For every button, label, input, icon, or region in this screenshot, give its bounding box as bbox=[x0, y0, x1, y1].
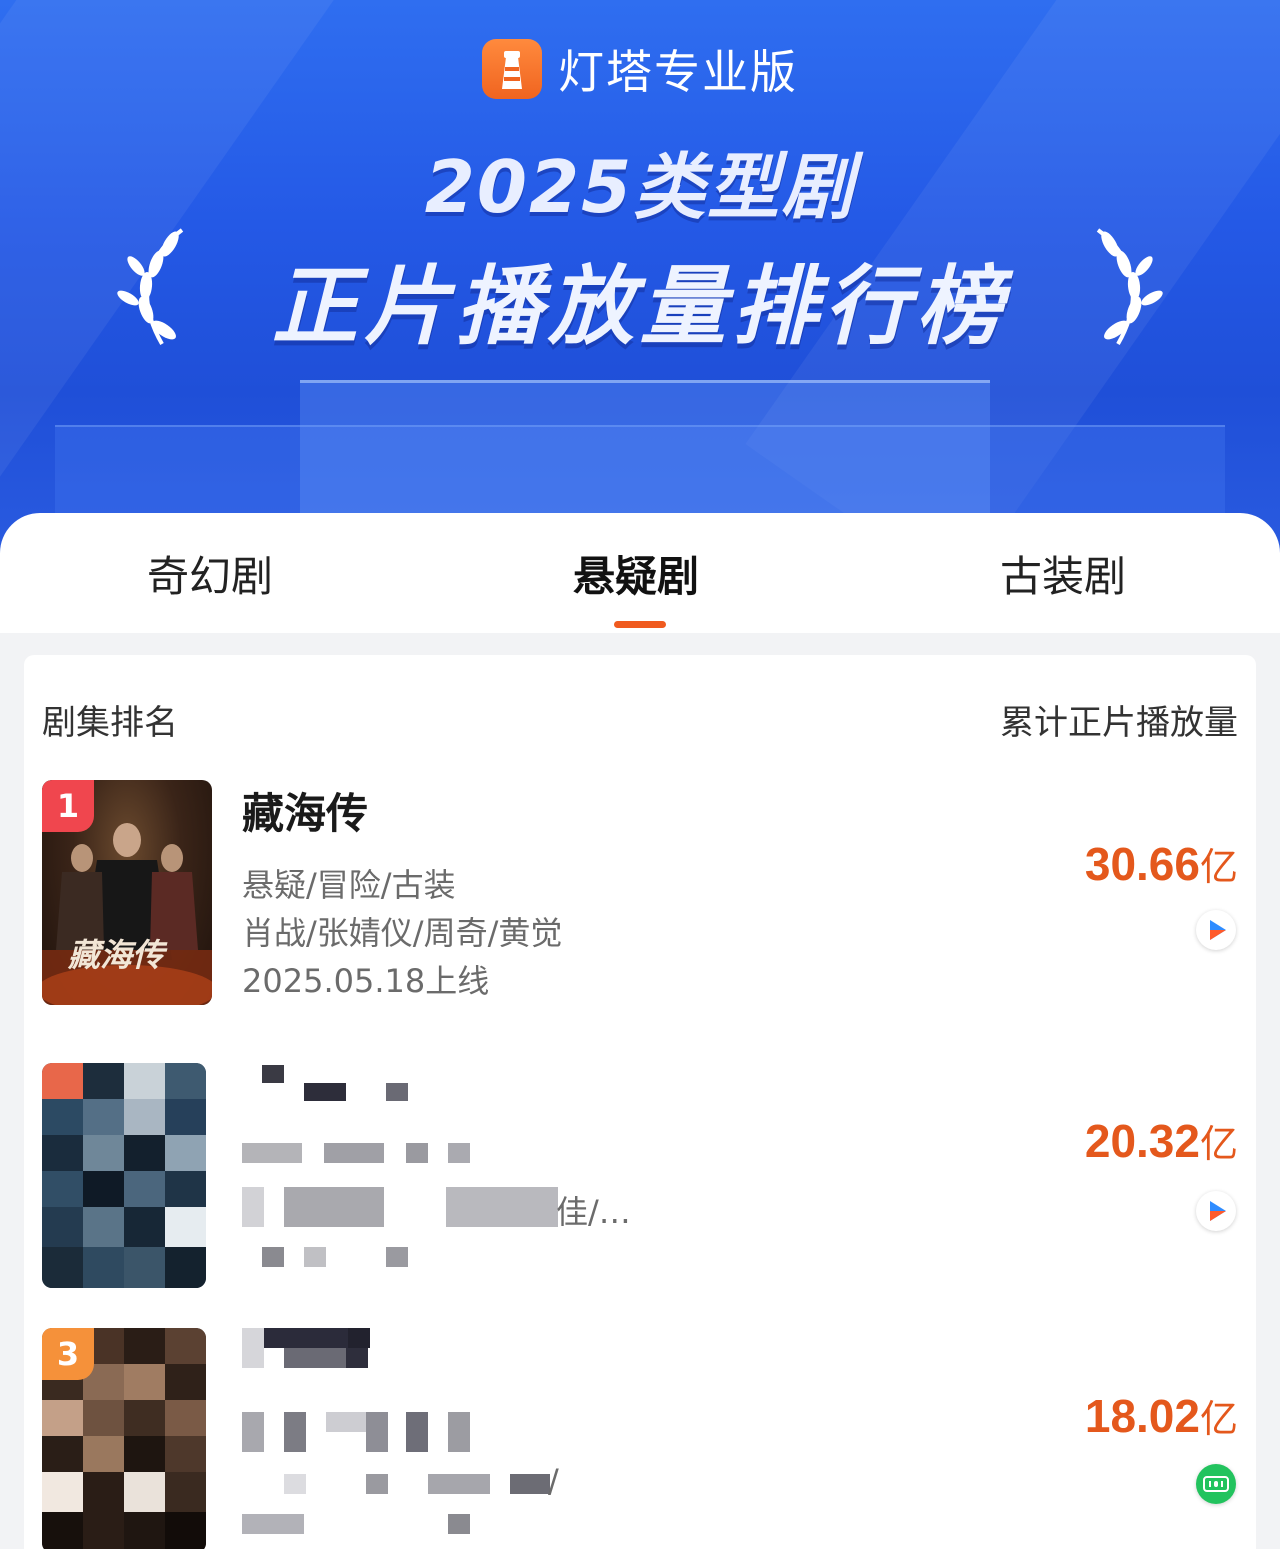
play-count-value: 20.32 bbox=[1084, 1115, 1200, 1167]
laurel-icon bbox=[1096, 228, 1163, 345]
tab-costume[interactable]: 古装剧 bbox=[1000, 543, 1126, 604]
poster-title: 藏海传 bbox=[68, 936, 165, 974]
list-item[interactable]: 3 / 18.02亿 bbox=[42, 1328, 1238, 1549]
show-genres: 悬疑/冒险/古装 bbox=[242, 866, 456, 904]
play-count-unit: 亿 bbox=[1199, 1122, 1238, 1166]
poster-image[interactable]: 1 藏海传 bbox=[42, 780, 212, 1005]
poster-image[interactable] bbox=[42, 1063, 206, 1288]
rank-badge: 3 bbox=[42, 1328, 94, 1380]
iqiyi-icon[interactable] bbox=[1196, 1464, 1236, 1504]
play-count: 30.66亿 bbox=[1085, 836, 1238, 891]
brand: 灯塔专业版 bbox=[0, 36, 1280, 102]
lighthouse-icon bbox=[482, 39, 542, 99]
column-header-rank: 剧集排名 bbox=[42, 703, 178, 743]
tab-mystery[interactable]: 悬疑剧 bbox=[573, 543, 699, 604]
play-count: 18.02亿 bbox=[1085, 1388, 1238, 1443]
show-cast: 肖战/张婧仪/周奇/黄觉 bbox=[242, 914, 563, 952]
ranking-list: 剧集排名 累计正片播放量 1 藏海传 藏海传 悬疑/冒险/古装 肖战/张婧仪/周… bbox=[24, 655, 1256, 1549]
release-date: 2025.05.18上线 bbox=[242, 962, 490, 1000]
youku-icon[interactable] bbox=[1196, 1191, 1236, 1231]
brand-name: 灯塔专业版 bbox=[558, 46, 798, 98]
banner-title-year: 2025类型剧 bbox=[424, 145, 856, 229]
show-cast-fragment: 佳/… bbox=[556, 1193, 631, 1231]
play-count-unit: 亿 bbox=[1199, 845, 1238, 889]
list-item[interactable]: 1 藏海传 藏海传 悬疑/冒险/古装 肖战/张婧仪/周奇/黄觉 2025.05.… bbox=[42, 780, 1238, 1010]
show-cast-fragment: / bbox=[548, 1462, 559, 1500]
header-banner: 灯塔专业版 2025类型剧 正片播放量排行榜 bbox=[0, 0, 1280, 560]
play-count-value: 18.02 bbox=[1084, 1390, 1200, 1442]
play-count: 20.32亿 bbox=[1085, 1113, 1238, 1168]
genre-tabs: 奇幻剧 悬疑剧 古装剧 bbox=[0, 513, 1280, 633]
youku-icon[interactable] bbox=[1196, 910, 1236, 950]
poster-image[interactable]: 3 bbox=[42, 1328, 206, 1549]
tab-fantasy[interactable]: 奇幻剧 bbox=[147, 543, 273, 604]
pixelated-poster bbox=[42, 1063, 206, 1288]
list-item[interactable]: 佳/… 20.32亿 bbox=[42, 1063, 1238, 1293]
column-header-playcount: 累计正片播放量 bbox=[1000, 703, 1238, 743]
show-title[interactable]: 藏海传 bbox=[242, 780, 368, 841]
rank-badge: 1 bbox=[42, 780, 94, 832]
play-count-unit: 亿 bbox=[1199, 1397, 1238, 1441]
play-count-value: 30.66 bbox=[1084, 838, 1200, 890]
active-tab-indicator bbox=[614, 621, 666, 628]
